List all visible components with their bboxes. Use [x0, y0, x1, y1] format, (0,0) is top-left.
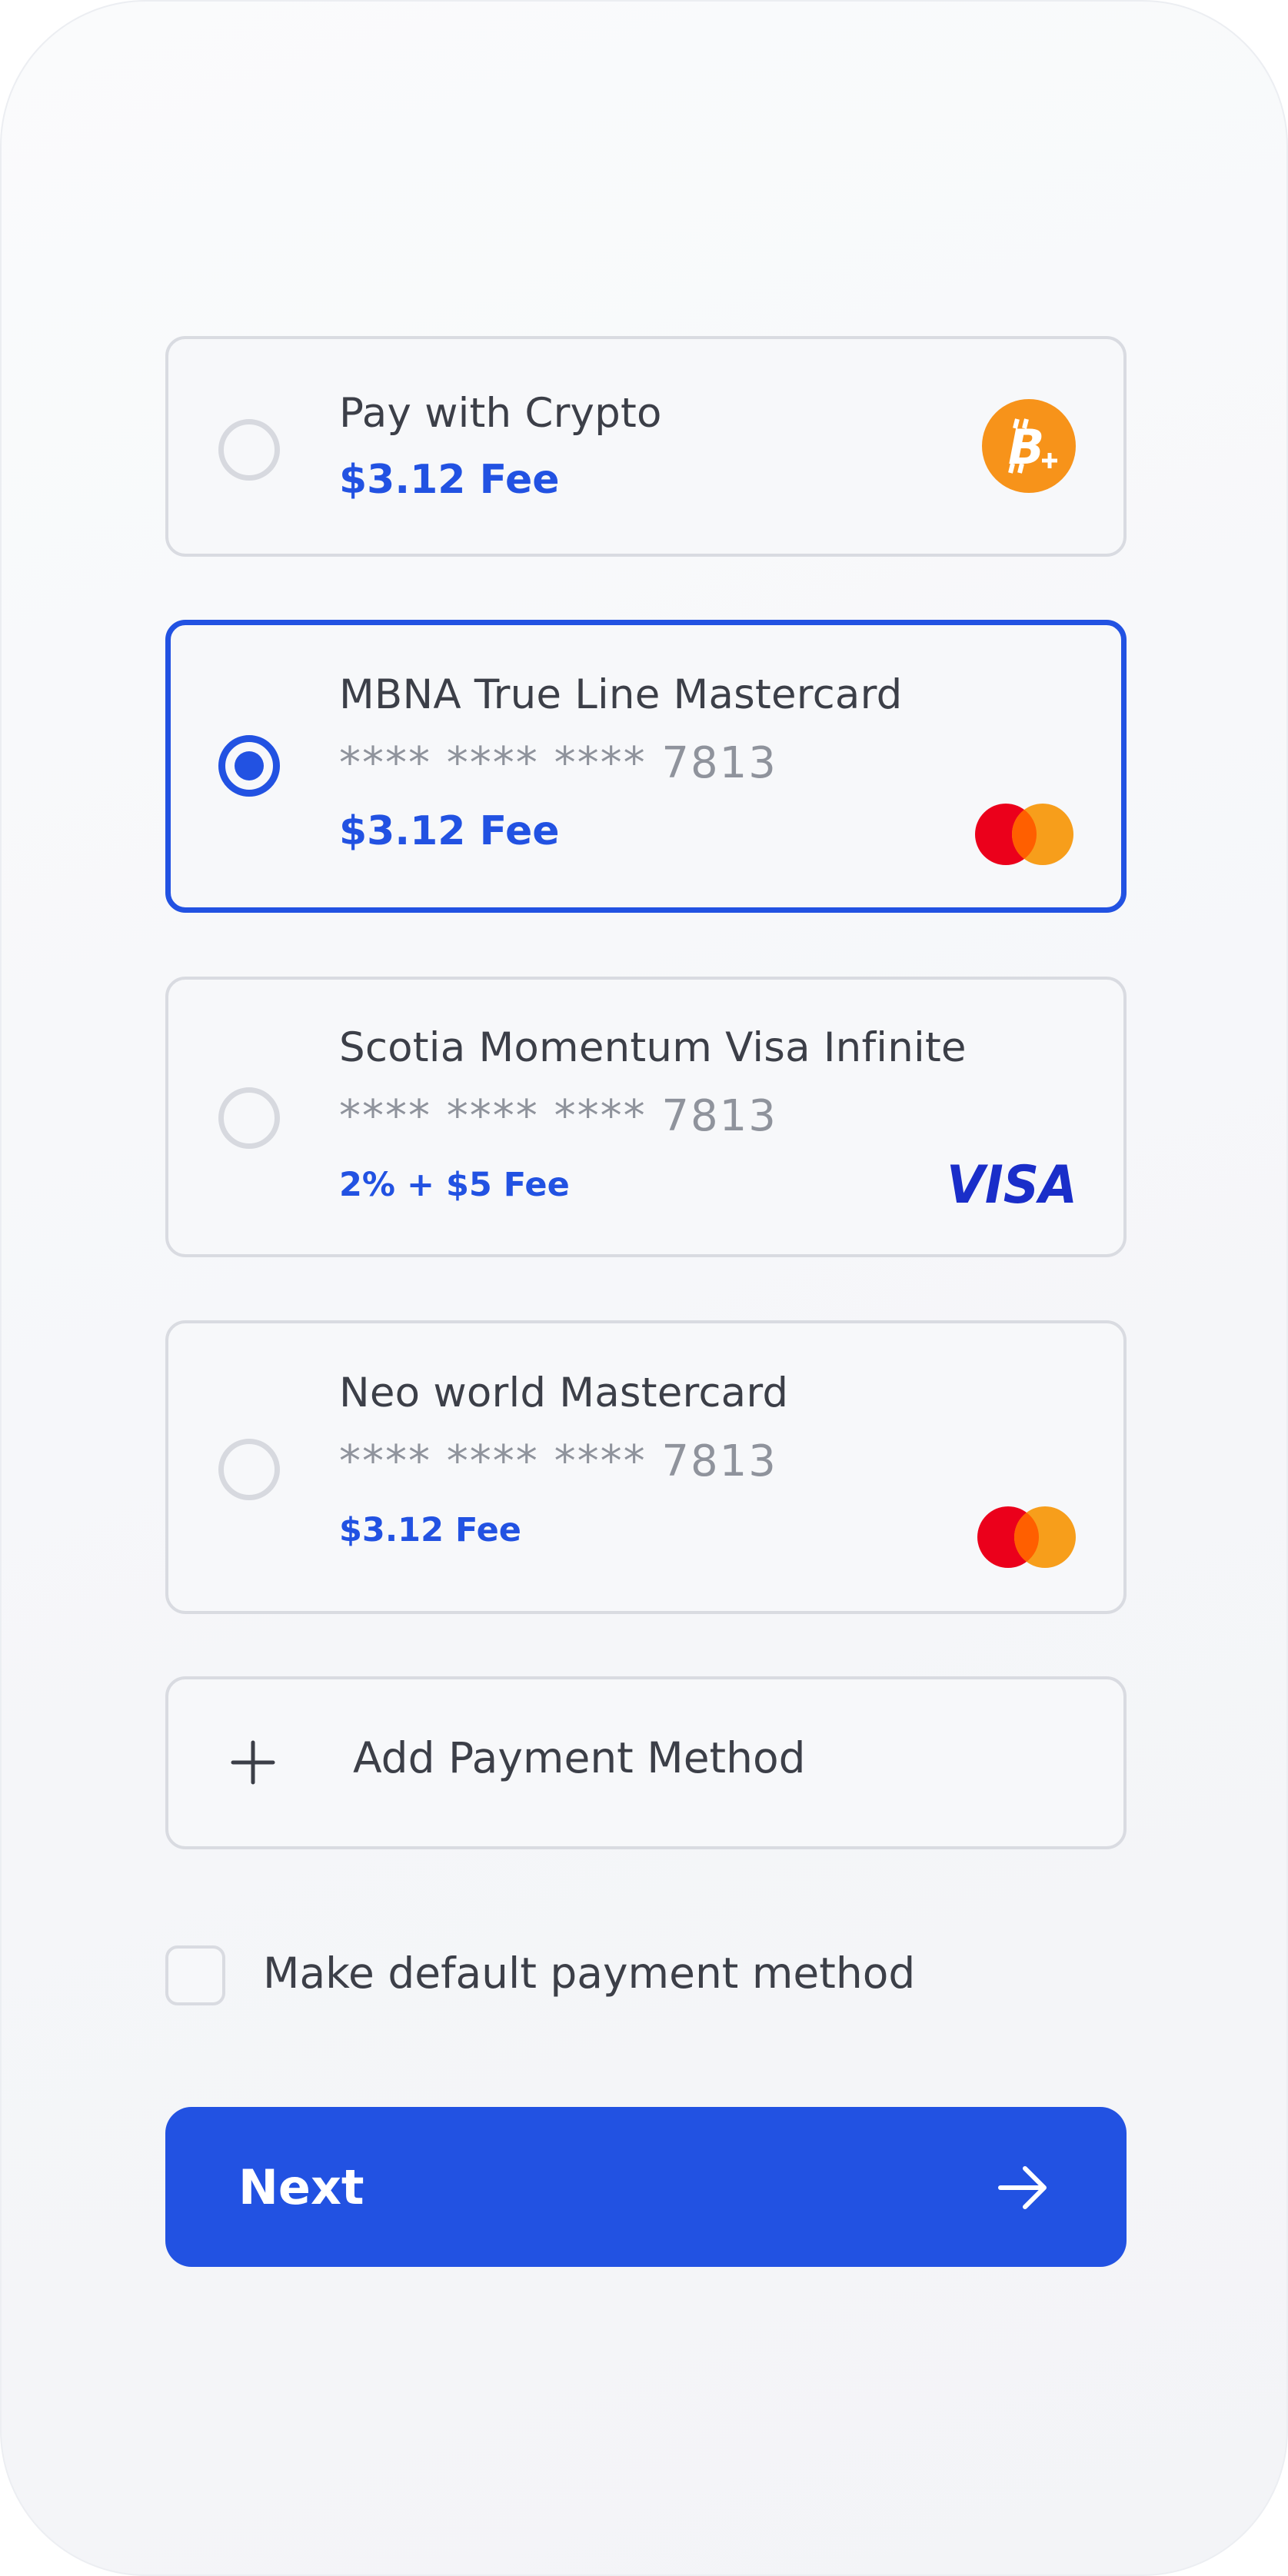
radio-selected-dot — [235, 751, 264, 780]
default-payment-checkbox[interactable] — [165, 1945, 225, 2005]
payment-option-title: Scotia Momentum Visa Infinite — [339, 1024, 967, 1071]
payment-option-title: Pay with Crypto — [339, 390, 662, 437]
visa-logo: VISA — [947, 1155, 1079, 1216]
payment-option-fee: 2% + $5 Fee — [339, 1166, 570, 1204]
mastercard-logo — [976, 1505, 1077, 1569]
default-payment-checkbox-label[interactable]: Make default payment method — [263, 1949, 915, 1998]
payment-option-neo-mastercard[interactable]: Neo world Mastercard **** **** **** 7813… — [165, 1320, 1127, 1614]
next-button-label: Next — [238, 2159, 364, 2215]
add-payment-method-button[interactable]: Add Payment Method — [165, 1676, 1127, 1849]
radio-button[interactable] — [218, 1087, 280, 1149]
masked-card-number: **** **** **** 7813 — [339, 1091, 777, 1141]
payment-method-screen: Pay with Crypto $3.12 Fee B MBNA True Li… — [0, 0, 1288, 2576]
payment-option-fee: $3.12 Fee — [339, 457, 560, 503]
payment-option-scotia-visa[interactable]: Scotia Momentum Visa Infinite **** **** … — [165, 977, 1127, 1257]
mastercard-logo — [973, 802, 1075, 867]
radio-button[interactable] — [218, 1439, 280, 1500]
payment-option-fee: $3.12 Fee — [339, 808, 560, 854]
payment-option-title: Neo world Mastercard — [339, 1370, 789, 1416]
masked-card-number: **** **** **** 7813 — [339, 738, 777, 788]
next-button[interactable]: Next — [165, 2107, 1127, 2267]
radio-button[interactable] — [218, 419, 280, 481]
radio-button-selected[interactable] — [218, 735, 280, 797]
plus-icon — [230, 1739, 276, 1786]
payment-option-crypto[interactable]: Pay with Crypto $3.12 Fee B — [165, 336, 1127, 557]
payment-option-mbna-mastercard[interactable]: MBNA True Line Mastercard **** **** ****… — [165, 620, 1127, 913]
svg-text:VISA: VISA — [947, 1158, 1077, 1209]
payment-option-title: MBNA True Line Mastercard — [339, 671, 903, 718]
add-payment-method-label: Add Payment Method — [353, 1733, 806, 1782]
arrow-right-icon — [996, 2161, 1050, 2215]
masked-card-number: **** **** **** 7813 — [339, 1436, 777, 1486]
bitcoin-plus-icon: B — [982, 399, 1076, 493]
payment-option-fee: $3.12 Fee — [339, 1511, 521, 1549]
